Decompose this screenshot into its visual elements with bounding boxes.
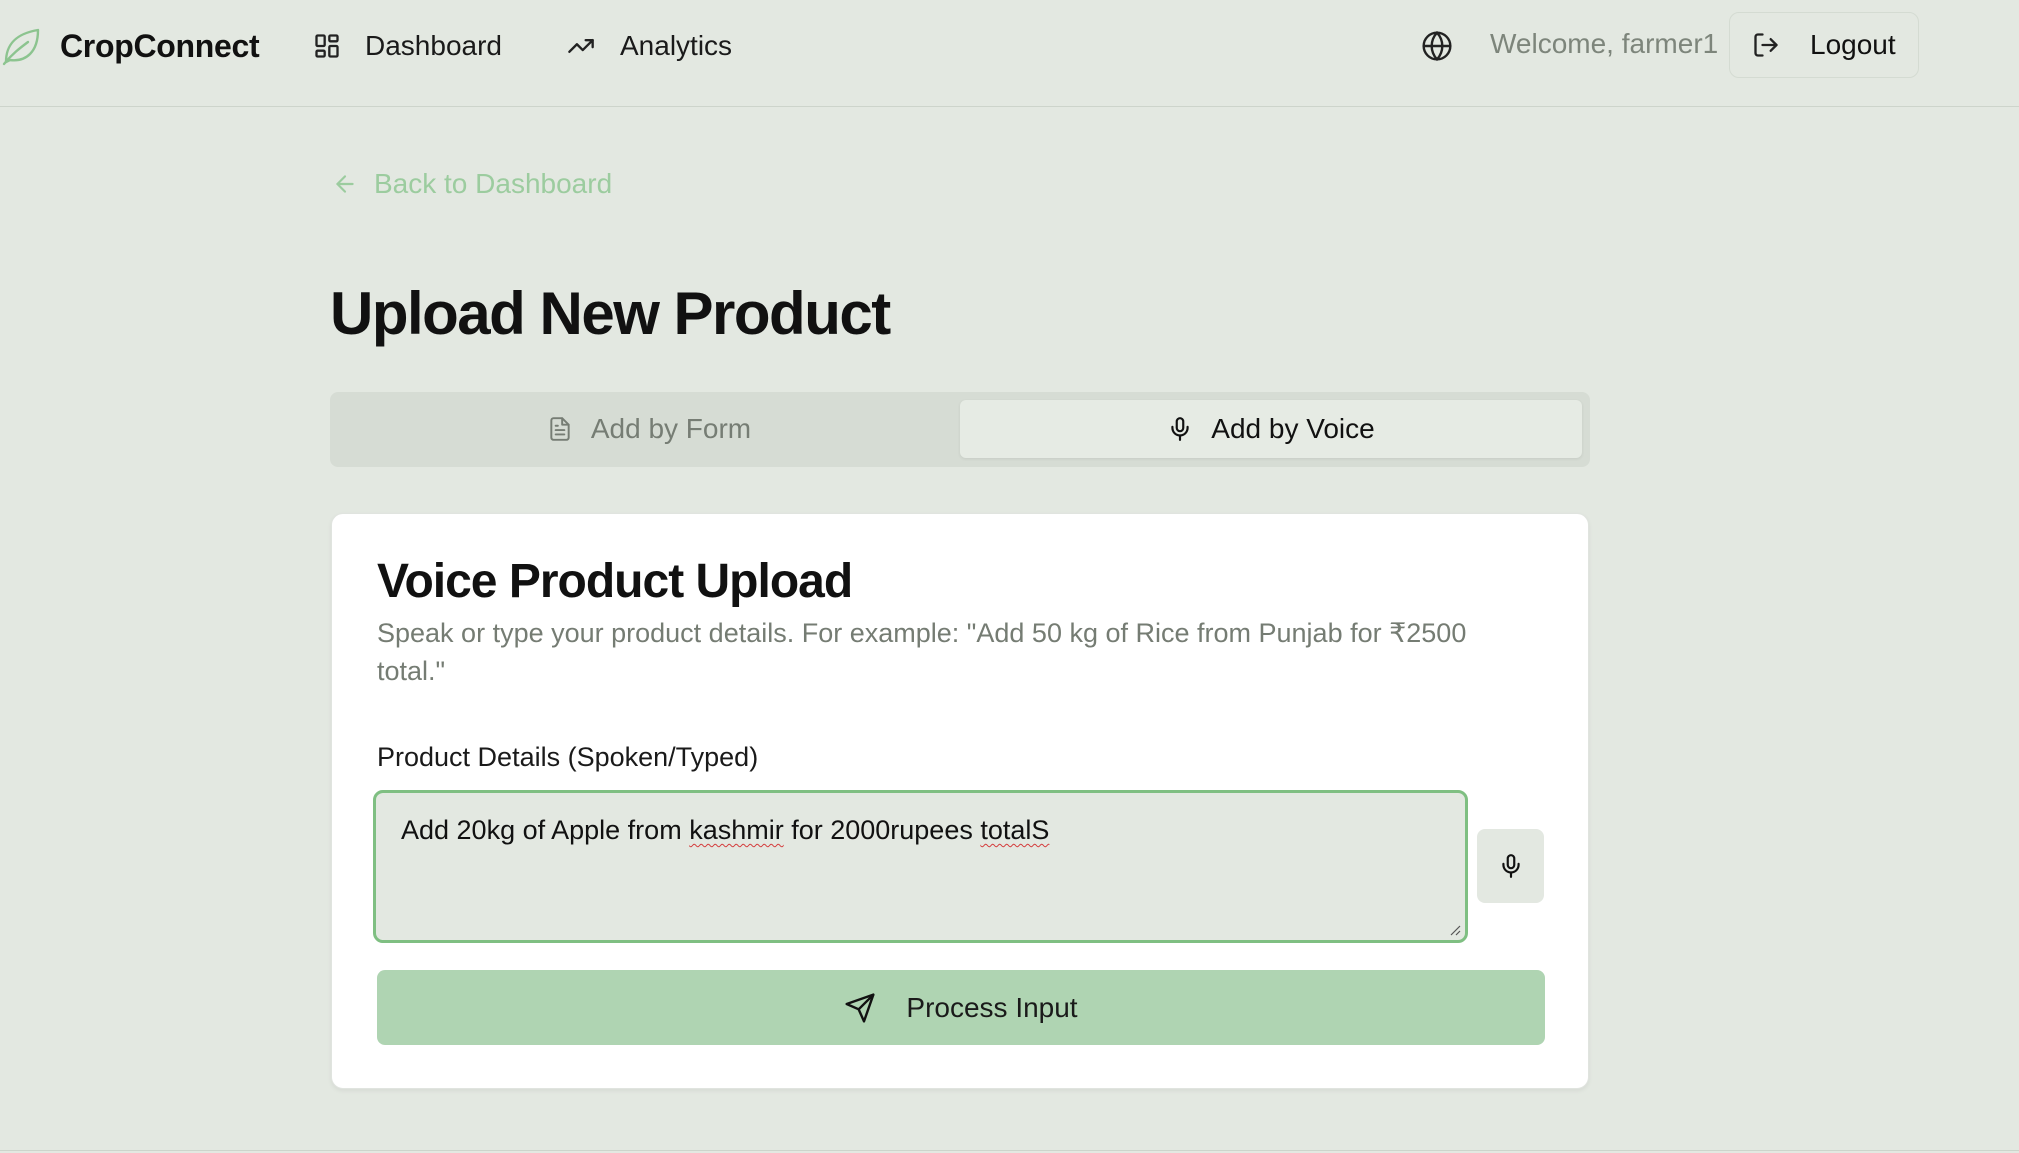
dashboard-grid-icon bbox=[315, 34, 339, 58]
brand-name[interactable]: CropConnect bbox=[60, 28, 260, 65]
file-text-icon bbox=[550, 417, 570, 441]
welcome-text: Welcome, farmer1 bbox=[1490, 28, 1719, 59]
arrow-left-icon bbox=[336, 175, 354, 193]
tab-add-by-form[interactable]: Add by Form bbox=[338, 400, 960, 458]
back-link-label: Back to Dashboard bbox=[374, 168, 613, 199]
card-description: Speak or type your product details. For … bbox=[377, 618, 1467, 686]
top-nav-bar: CropConnect Dashboard Analytics Welcome,… bbox=[0, 0, 2019, 107]
tab-voice-label: Add by Voice bbox=[1211, 413, 1375, 444]
leaf-logo-icon bbox=[2, 28, 40, 66]
process-input-button[interactable]: Process Input bbox=[377, 970, 1545, 1045]
nav-dashboard[interactable]: Dashboard bbox=[313, 24, 502, 68]
back-to-dashboard-link[interactable]: Back to Dashboard bbox=[332, 168, 612, 200]
nav-analytics[interactable]: Analytics bbox=[566, 24, 732, 68]
upload-mode-tabs: Add by Form Add by Voice bbox=[330, 392, 1590, 467]
product-details-textarea[interactable]: Add 20kg of Apple from kashmir for 2000r… bbox=[373, 790, 1468, 943]
globe-language-icon[interactable] bbox=[1421, 30, 1453, 62]
tab-add-by-voice[interactable]: Add by Voice bbox=[960, 400, 1582, 458]
process-button-label: Process Input bbox=[906, 991, 1078, 1023]
microphone-icon bbox=[1501, 854, 1520, 878]
nav-analytics-label: Analytics bbox=[620, 30, 733, 61]
textarea-value: Add 20kg of Apple from kashmir for 2000r… bbox=[401, 815, 1050, 845]
card-title: Voice Product Upload bbox=[377, 555, 853, 608]
trending-up-icon bbox=[568, 39, 594, 53]
nav-dashboard-label: Dashboard bbox=[365, 30, 502, 61]
record-voice-button[interactable] bbox=[1477, 829, 1544, 903]
page-title: Upload New Product bbox=[330, 280, 891, 347]
logout-button[interactable]: Logout bbox=[1729, 12, 1919, 78]
voice-upload-card: Voice Product Upload Speak or type your … bbox=[331, 513, 1589, 1089]
tab-form-label: Add by Form bbox=[590, 413, 752, 444]
footer-divider bbox=[0, 1150, 2019, 1151]
send-icon bbox=[845, 992, 875, 1023]
logout-icon bbox=[1754, 33, 1778, 57]
logout-label: Logout bbox=[1810, 29, 1896, 60]
product-details-label: Product Details (Spoken/Typed) bbox=[377, 742, 759, 772]
microphone-icon bbox=[1171, 417, 1189, 441]
resize-handle-icon[interactable] bbox=[1449, 924, 1461, 936]
